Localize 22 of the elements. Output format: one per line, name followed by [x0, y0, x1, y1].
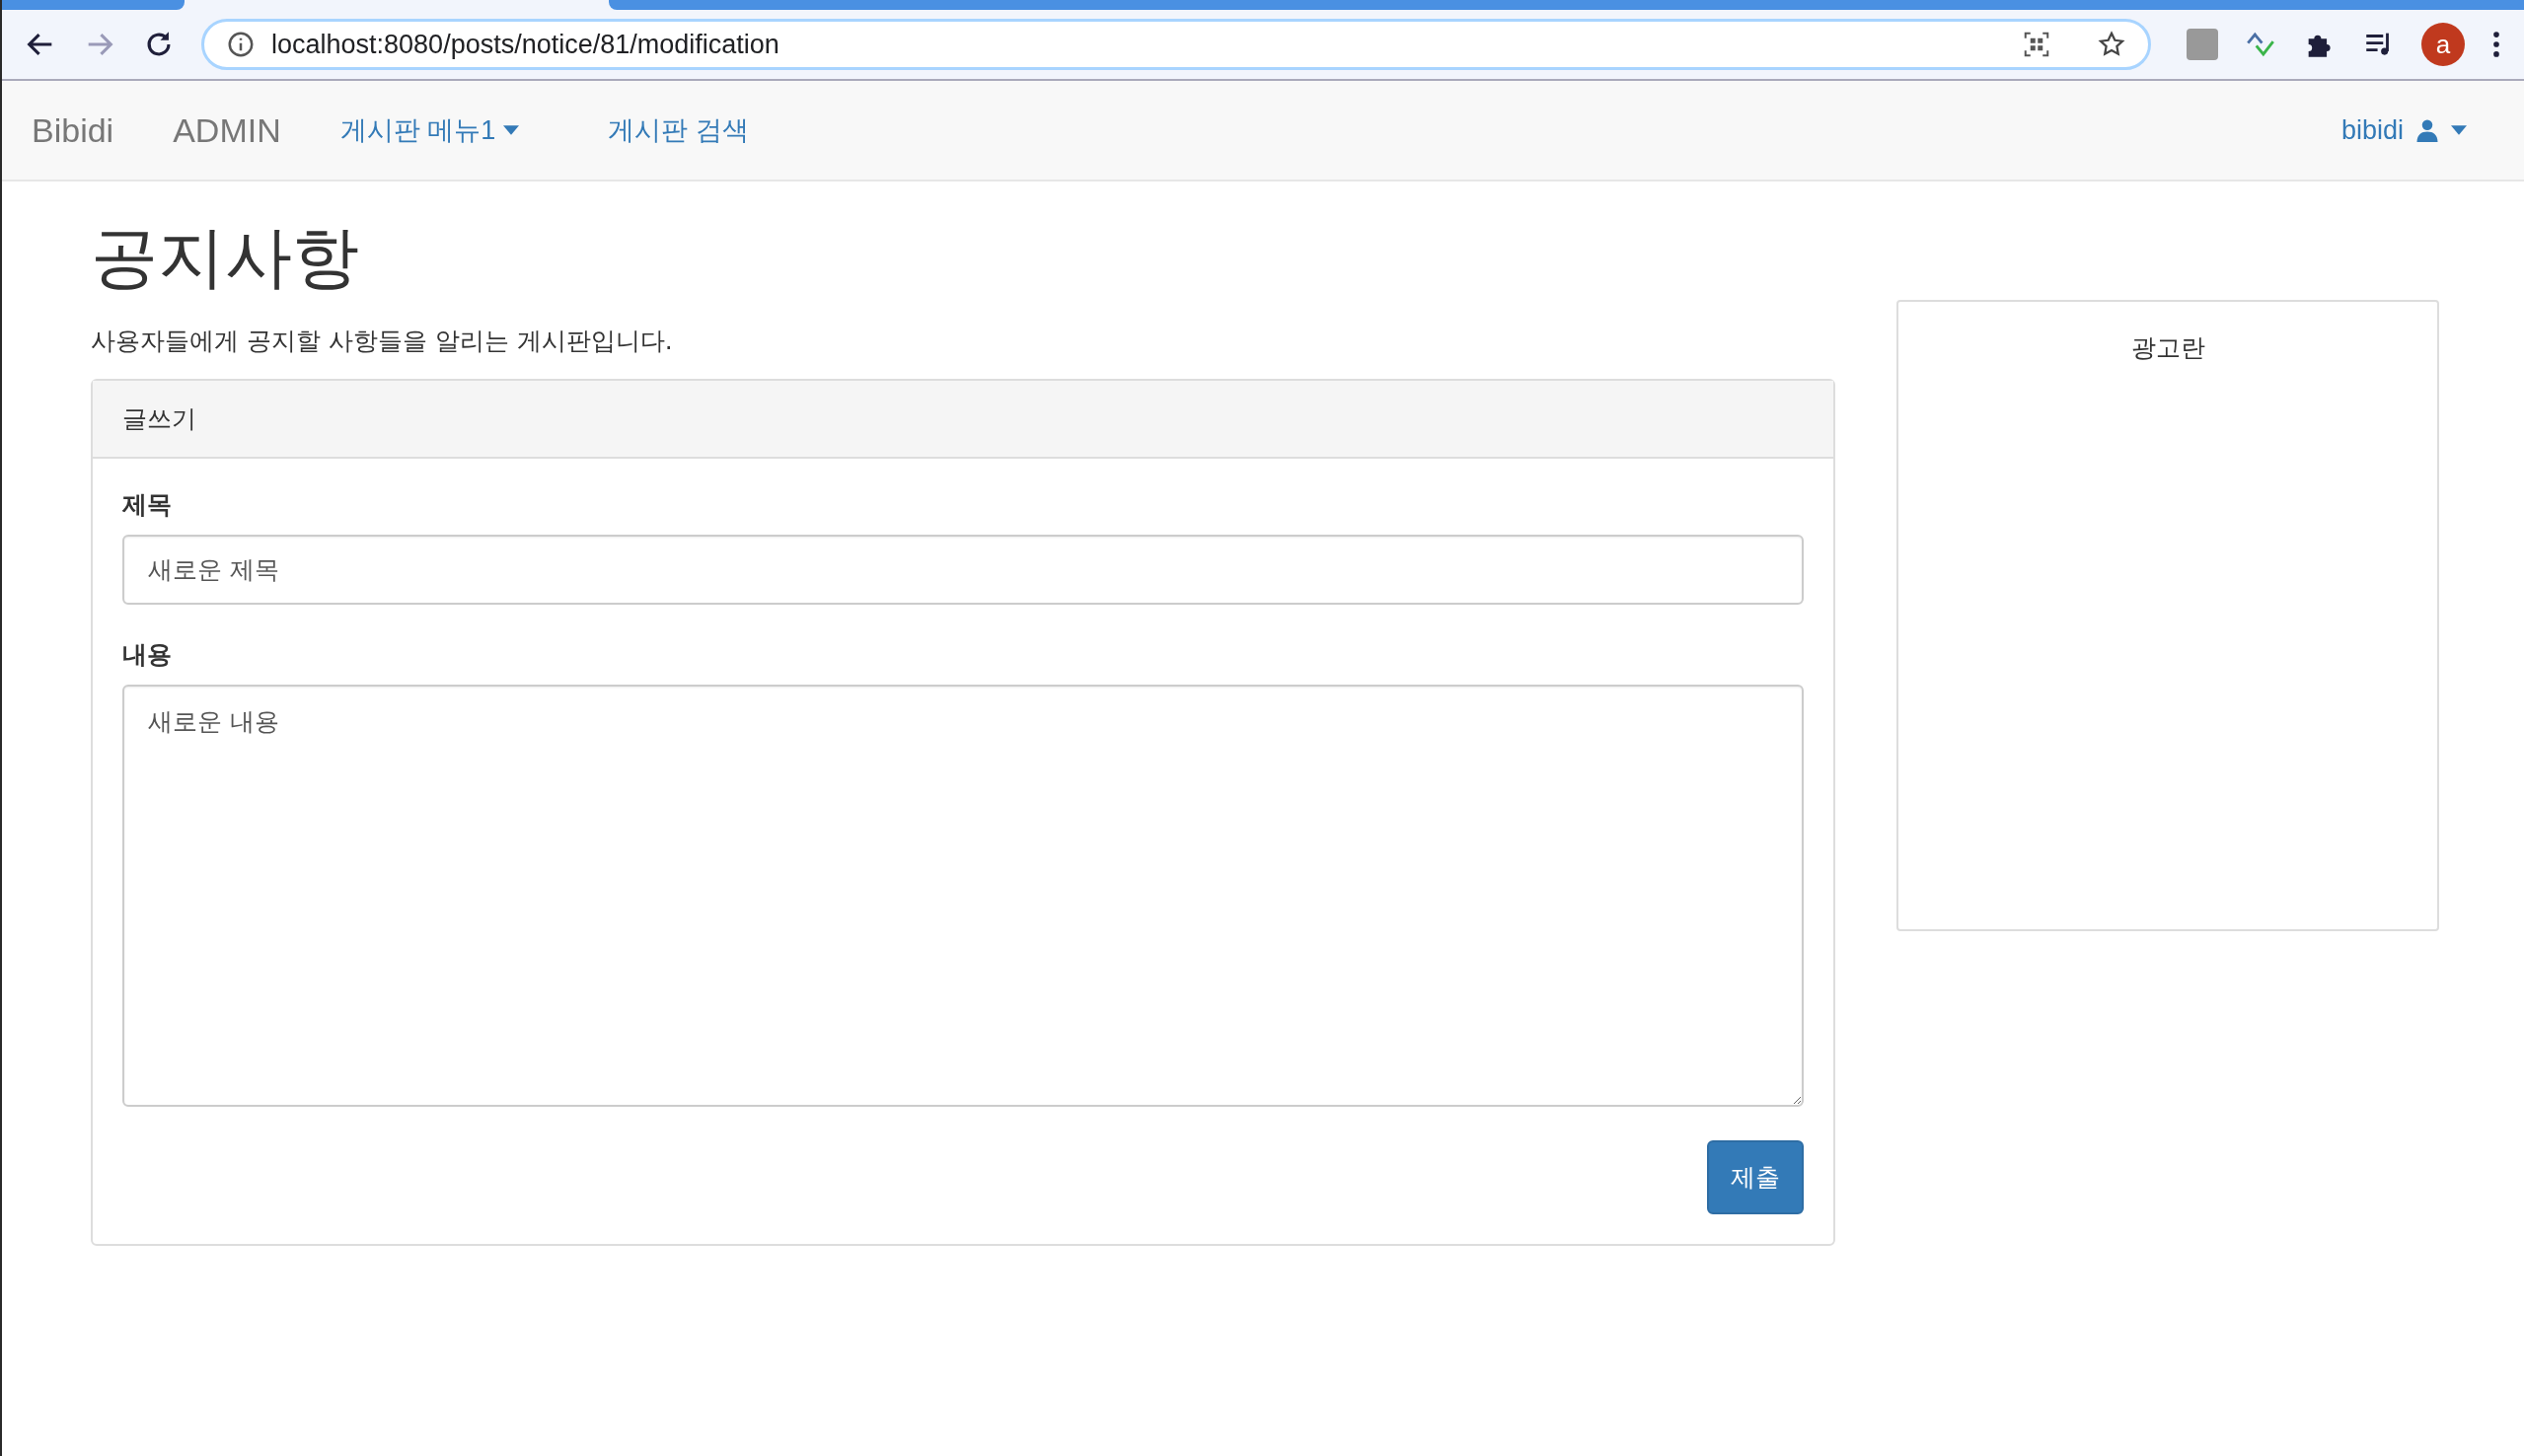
user-icon [2415, 118, 2439, 142]
submit-button[interactable]: 제출 [1707, 1140, 1804, 1214]
brand-link[interactable]: Bibidi [32, 110, 114, 150]
admin-link[interactable]: ADMIN [173, 110, 281, 150]
menu-dropdown[interactable]: 게시판 메뉴1 [339, 112, 520, 148]
profile-avatar[interactable]: a [2421, 23, 2465, 66]
qr-code-icon[interactable] [2022, 30, 2051, 59]
caret-icon [503, 125, 520, 135]
caret-icon [2451, 125, 2467, 135]
ad-title: 광고란 [2129, 332, 2206, 364]
address-bar[interactable]: localhost:8080/posts/notice/81/modification [201, 19, 2151, 70]
user-menu[interactable]: bibidi [2340, 114, 2467, 146]
content-textarea[interactable]: 새로운 내용 [122, 685, 1804, 1107]
field-label: 제목 [122, 489, 173, 521]
field-label: 내용 [122, 639, 173, 671]
page-title: 공지사항 [91, 217, 360, 298]
title-input[interactable]: 새로운 제목 [122, 535, 1804, 605]
panel-heading: 글쓰기 [93, 381, 1833, 459]
search-link[interactable]: 게시판 검색 [608, 112, 749, 148]
info-icon[interactable] [226, 30, 256, 59]
url-text: localhost:8080/posts/notice/81/modification [271, 29, 779, 60]
page-description: 사용자들에게 공지할 사항들을 알리는 게시판입니다. [91, 326, 674, 357]
